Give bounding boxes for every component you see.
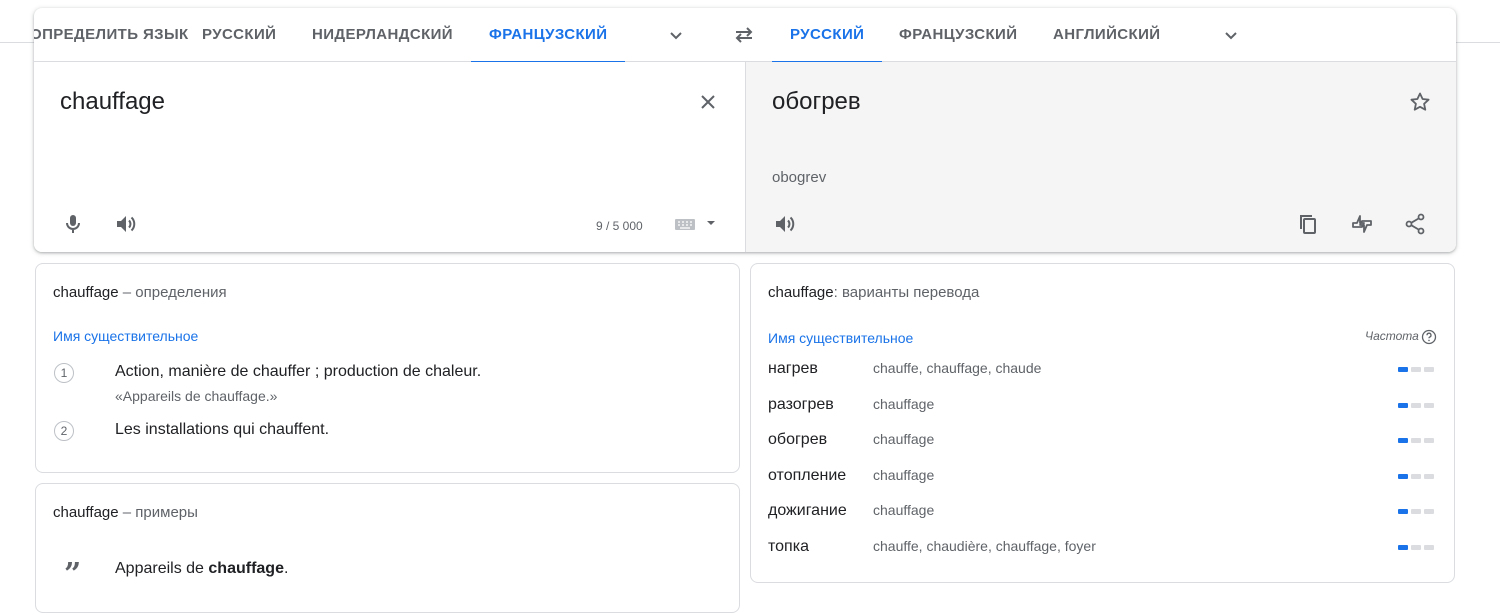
frequency-segment [1424, 509, 1434, 514]
examples-header: chauffage – примеры [53, 504, 198, 521]
frequency-bar [1398, 544, 1436, 550]
frequency-segment [1424, 544, 1434, 550]
tab-target-english[interactable]: АНГЛИЙСКИЙ [1053, 8, 1160, 62]
reverse-translations[interactable]: chauffe, chauffage, chaude [873, 360, 1041, 376]
frequency-bar [1398, 438, 1436, 443]
translation-row[interactable]: отопление chauffage [768, 463, 1438, 493]
translation-row[interactable]: обогрев chauffage [768, 427, 1438, 457]
example-sentence: Appareils de chauffage. [115, 560, 289, 577]
translation-text: обогрев [772, 88, 861, 115]
frequency-segment [1411, 367, 1421, 372]
mic-icon[interactable] [61, 212, 85, 236]
quote-icon: ” [64, 557, 82, 592]
tab-target-russian[interactable]: РУССКИЙ [771, 8, 883, 63]
part-of-speech: Имя существительное [768, 330, 914, 346]
translations-header: chauffage: варианты перевода [768, 284, 980, 301]
transliteration: obogrev [772, 169, 827, 186]
frequency-segment [1424, 438, 1434, 443]
chevron-down-icon[interactable] [664, 23, 688, 47]
chevron-down-icon[interactable] [704, 216, 718, 230]
reverse-translations[interactable]: chauffage [873, 502, 934, 518]
frequency-segment [1411, 544, 1421, 550]
language-tabs-bar: ОПРЕДЕЛИТЬ ЯЗЫК РУССКИЙ НИДЕРЛАНДСКИЙ ФР… [34, 8, 1456, 63]
definitions-panel: chauffage – определения Имя существитель… [35, 263, 740, 473]
tab-target-french[interactable]: ФРАНЦУЗСКИЙ [899, 8, 1017, 62]
frequency-bar [1398, 367, 1436, 372]
frequency-segment [1398, 509, 1408, 514]
translations-panel: chauffage: варианты перевода Имя существ… [750, 263, 1455, 583]
feedback-icon[interactable] [1350, 212, 1374, 236]
share-icon[interactable] [1403, 212, 1427, 236]
tab-source-french[interactable]: ФРАНЦУЗСКИЙ [470, 8, 626, 63]
source-panel: chauffage 9 / 5 000 [34, 62, 745, 252]
frequency-bar [1398, 509, 1436, 514]
tab-source-russian[interactable]: РУССКИЙ [202, 8, 276, 62]
definition-example: «Appareils de chauffage.» [115, 388, 278, 404]
frequency-segment [1411, 509, 1421, 514]
translation-row[interactable]: топка chauffe, chaudière, chauffage, foye… [768, 534, 1438, 564]
chevron-down-icon[interactable] [1219, 23, 1243, 47]
frequency-segment [1411, 402, 1421, 408]
volume-icon[interactable] [773, 212, 797, 236]
translation-row[interactable]: дожигание chauffage [768, 498, 1438, 528]
definition-text: Les installations qui chauffent. [115, 421, 330, 438]
translator-card: ОПРЕДЕЛИТЬ ЯЗЫК РУССКИЙ НИДЕРЛАНДСКИЙ ФР… [34, 8, 1456, 252]
help-icon[interactable] [1421, 329, 1437, 345]
definition-number: 1 [54, 363, 74, 383]
swap-icon[interactable] [732, 23, 756, 47]
frequency-label: Частота [1365, 329, 1419, 343]
reverse-translations[interactable]: chauffage [873, 431, 934, 447]
translation-word[interactable]: дожигание [768, 502, 847, 520]
close-icon[interactable] [696, 90, 720, 114]
reverse-translations[interactable]: chauffage [873, 467, 934, 483]
definition-number: 2 [54, 421, 74, 441]
frequency-segment [1398, 402, 1408, 408]
frequency-bar [1398, 402, 1436, 408]
translation-row[interactable]: нагрев chauffe, chauffage, chaude [768, 356, 1438, 386]
frequency-segment [1398, 473, 1408, 479]
keyboard-icon[interactable] [674, 216, 696, 232]
star-icon[interactable] [1408, 90, 1432, 114]
target-panel: обогрев obogrev [745, 62, 1456, 252]
reverse-translations[interactable]: chauffage [873, 396, 934, 412]
frequency-segment [1411, 473, 1421, 479]
translation-word[interactable]: обогрев [768, 431, 827, 449]
examples-panel: chauffage – примеры ” Appareils de chauf… [35, 483, 740, 613]
frequency-segment [1398, 367, 1408, 372]
definition-text: Action, manière de chauffer ; production… [115, 363, 482, 380]
frequency-segment [1398, 544, 1408, 550]
source-text-input[interactable]: chauffage [60, 88, 165, 116]
frequency-bar [1398, 473, 1436, 479]
translation-row[interactable]: разогрев chauffage [768, 392, 1438, 422]
character-counter: 9 / 5 000 [596, 219, 643, 233]
frequency-segment [1411, 438, 1421, 443]
translation-word[interactable]: нагрев [768, 360, 818, 378]
tab-source-dutch[interactable]: НИДЕРЛАНДСКИЙ [312, 8, 453, 62]
frequency-segment [1424, 367, 1434, 372]
frequency-segment [1424, 402, 1434, 408]
frequency-segment [1398, 438, 1408, 443]
part-of-speech: Имя существительное [53, 328, 199, 344]
tab-detect-language[interactable]: ОПРЕДЕЛИТЬ ЯЗЫК [34, 8, 189, 62]
reverse-translations[interactable]: chauffe, chaudière, chauffage, foyer [873, 538, 1096, 554]
copy-icon[interactable] [1296, 212, 1320, 236]
translation-word[interactable]: разогрев [768, 396, 834, 414]
translation-word[interactable]: топка [768, 538, 809, 556]
translation-word[interactable]: отопление [768, 467, 846, 485]
definitions-header: chauffage – определения [53, 284, 227, 301]
volume-icon[interactable] [114, 212, 138, 236]
frequency-segment [1424, 473, 1434, 479]
